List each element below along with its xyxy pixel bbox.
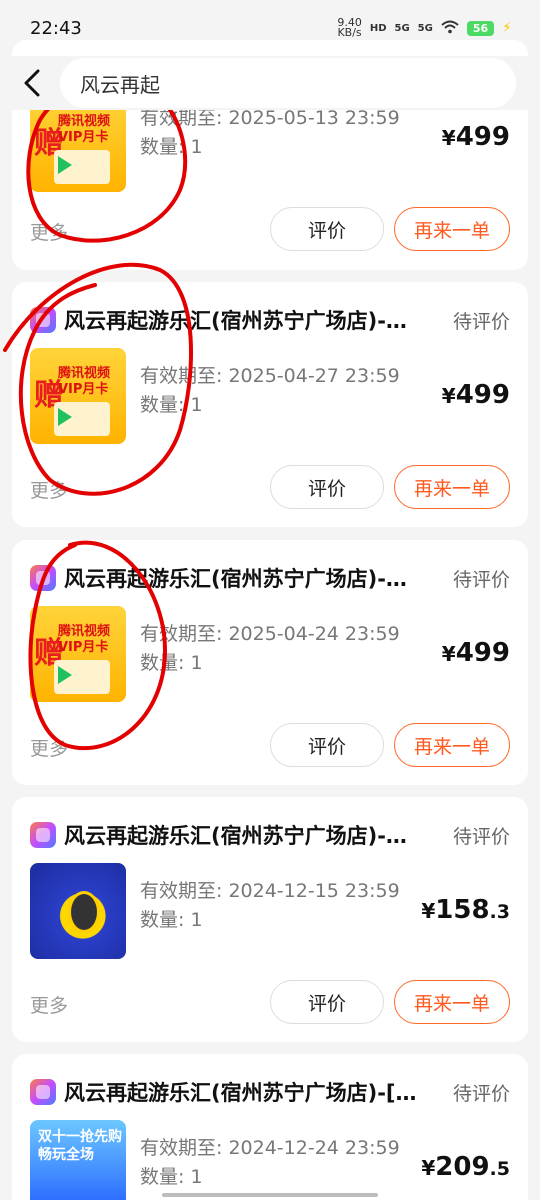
valid-date: 2025-04-27 23:59 <box>228 365 400 387</box>
quantity: 1 <box>190 136 203 158</box>
thumb-title: 腾讯视频 VIP月卡 <box>58 114 111 145</box>
order-info: 有效期至: 2024-12-24 23:59 数量: 1 <box>140 1137 400 1188</box>
quantity: 1 <box>190 909 203 931</box>
reorder-button[interactable]: 再来一单 <box>394 465 510 509</box>
signal-5g-icon-2: 5G <box>417 22 433 34</box>
back-icon[interactable] <box>16 67 48 99</box>
order-price: ¥209.5 <box>421 1152 510 1182</box>
review-button[interactable]: 评价 <box>270 207 384 251</box>
order-price: ¥158.3 <box>421 895 510 925</box>
net-speed: 9.40 KB/s <box>337 16 362 39</box>
order-card[interactable]: 风云再起游乐汇(宿州苏宁广场店)-… 待评价 赠 腾讯视频 VIP月卡 有效期至… <box>12 540 528 785</box>
store-name[interactable]: 风云再起游乐汇(宿州苏宁广场店)-… <box>64 305 407 335</box>
order-price: ¥499 <box>441 380 510 410</box>
search-header: 风云再起 <box>0 56 540 110</box>
order-status: 待评价 <box>452 310 510 333</box>
play-icon <box>58 156 72 174</box>
signal-5g-icon: 5G <box>394 22 410 34</box>
order-status: 待评价 <box>452 1082 510 1105</box>
order-status: 待评价 <box>452 568 510 591</box>
product-thumbnail[interactable] <box>30 863 126 959</box>
quantity: 1 <box>190 394 203 416</box>
status-icons: 9.40 KB/s HD 5G 5G 56 ⚡ <box>337 16 512 39</box>
more-link[interactable]: 更多 <box>30 218 68 245</box>
quantity: 1 <box>190 1166 203 1188</box>
valid-date: 2024-12-24 23:59 <box>228 1137 400 1159</box>
valid-date: 2024-12-15 23:59 <box>228 880 400 902</box>
order-info: 有效期至: 2024-12-15 23:59 数量: 1 <box>140 880 400 931</box>
review-button[interactable]: 评价 <box>270 980 384 1024</box>
battery-icon: 56 <box>466 20 495 36</box>
charging-icon: ⚡ <box>502 20 512 36</box>
product-thumbnail[interactable]: 赠 腾讯视频 VIP月卡 <box>30 348 126 444</box>
product-thumbnail[interactable]: 赠 腾讯视频 VIP月卡 <box>30 606 126 702</box>
card-header: 风云再起游乐汇(宿州苏宁广场店)-… 待评价 <box>30 302 510 338</box>
play-icon <box>58 666 72 684</box>
card-header: 风云再起游乐汇(宿州苏宁广场店)-… 待评价 <box>30 817 510 853</box>
product-thumbnail[interactable]: 赠 腾讯视频 VIP月卡 <box>30 96 126 192</box>
review-button[interactable]: 评价 <box>270 723 384 767</box>
play-icon <box>58 408 72 426</box>
store-name[interactable]: 风云再起游乐汇(宿州苏宁广场店)-[… <box>64 1077 417 1107</box>
thumb-title: 双十一抢先购 畅玩全场 <box>38 1129 122 1163</box>
store-icon <box>30 822 56 848</box>
card-header: 风云再起游乐汇(宿州苏宁广场店)-… 待评价 <box>30 560 510 596</box>
review-button[interactable]: 评价 <box>270 465 384 509</box>
store-name[interactable]: 风云再起游乐汇(宿州苏宁广场店)-… <box>64 563 407 593</box>
order-status: 待评价 <box>452 825 510 848</box>
order-price: ¥499 <box>441 638 510 668</box>
store-icon <box>30 307 56 333</box>
coin-graphic <box>68 891 100 933</box>
more-link[interactable]: 更多 <box>30 734 68 761</box>
store-icon <box>30 1079 56 1105</box>
thumb-title: 腾讯视频 VIP月卡 <box>58 624 111 655</box>
store-icon <box>30 565 56 591</box>
hd-icon: HD <box>369 22 387 34</box>
more-link[interactable]: 更多 <box>30 476 68 503</box>
order-info: 有效期至: 2025-04-27 23:59 数量: 1 <box>140 365 400 416</box>
search-query: 风云再起 <box>80 72 160 97</box>
valid-date: 2025-04-24 23:59 <box>228 623 400 645</box>
order-price: ¥499 <box>441 122 510 152</box>
wifi-icon <box>441 20 459 37</box>
order-info: 有效期至: 2025-05-13 23:59 数量: 1 <box>140 107 400 158</box>
product-thumbnail[interactable]: 双十一抢先购 畅玩全场 <box>30 1120 126 1200</box>
store-name[interactable]: 风云再起游乐汇(宿州苏宁广场店)-… <box>64 820 407 850</box>
order-card[interactable]: 风云再起游乐汇(宿州苏宁广场店)-[… 待评价 双十一抢先购 畅玩全场 有效期至… <box>12 1054 528 1200</box>
card-header: 风云再起游乐汇(宿州苏宁广场店)-[… 待评价 <box>30 1074 510 1110</box>
home-indicator[interactable] <box>162 1193 378 1197</box>
reorder-button[interactable]: 再来一单 <box>394 723 510 767</box>
reorder-button[interactable]: 再来一单 <box>394 980 510 1024</box>
quantity: 1 <box>190 652 203 674</box>
more-link[interactable]: 更多 <box>30 991 68 1018</box>
reorder-button[interactable]: 再来一单 <box>394 207 510 251</box>
status-time: 22:43 <box>30 17 82 39</box>
valid-date: 2025-05-13 23:59 <box>228 107 400 129</box>
search-input[interactable]: 风云再起 <box>60 58 516 108</box>
order-card[interactable]: 风云再起游乐汇(宿州苏宁广场店)-… 待评价 赠 腾讯视频 VIP月卡 有效期至… <box>12 282 528 527</box>
thumb-title: 腾讯视频 VIP月卡 <box>58 366 111 397</box>
order-info: 有效期至: 2025-04-24 23:59 数量: 1 <box>140 623 400 674</box>
order-card[interactable]: 风云再起游乐汇(宿州苏宁广场店)-… 待评价 有效期至: 2024-12-15 … <box>12 797 528 1042</box>
